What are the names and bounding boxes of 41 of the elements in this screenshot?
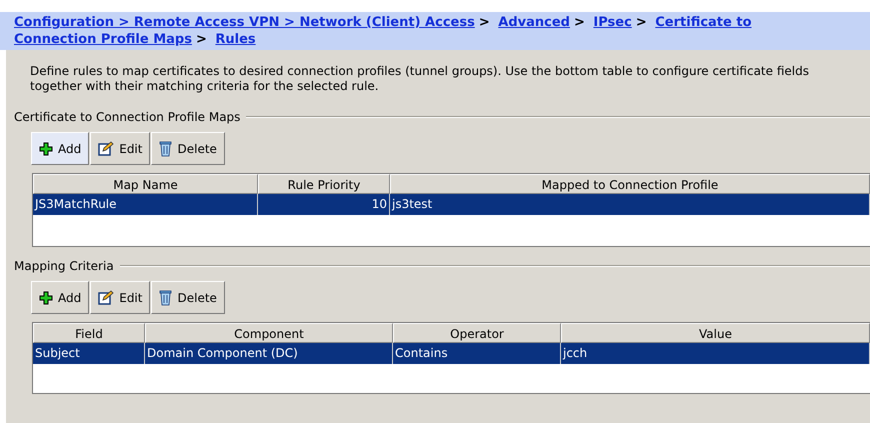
breadcrumb-separator: > [636, 15, 647, 30]
plus-icon [39, 290, 53, 304]
table-cell: JS3MatchRule [33, 194, 258, 215]
table-row[interactable]: JS3MatchRule 10 js3test [33, 194, 870, 215]
breadcrumb-separator: > [574, 15, 585, 30]
plus-icon [39, 142, 53, 156]
column-header[interactable]: Mapped to Connection Profile [390, 174, 870, 194]
add-button[interactable]: Add [31, 132, 90, 165]
breadcrumb-link[interactable]: IPsec [593, 15, 632, 30]
column-header[interactable]: Operator [393, 323, 561, 343]
trash-icon [159, 140, 172, 157]
delete-button[interactable]: Delete [151, 132, 225, 165]
column-header[interactable]: Component [145, 323, 393, 343]
table-cell: jcch [561, 343, 870, 364]
section-title: Mapping Criteria [14, 259, 114, 273]
breadcrumb-separator: > [196, 32, 207, 47]
breadcrumb-link[interactable]: Certificate to [655, 15, 752, 30]
table-cell: 10 [258, 194, 390, 215]
breadcrumb-link[interactable]: Configuration > Remote Access VPN > Network (Client) Access [14, 15, 475, 30]
breadcrumb-separator: > [478, 15, 490, 30]
column-header[interactable]: Map Name [33, 174, 258, 194]
add-button[interactable]: Add [31, 281, 90, 314]
edit-button[interactable]: Edit [90, 132, 150, 165]
column-header[interactable]: Field [33, 323, 145, 343]
description-text: Define rules to map certificates to desired connection profiles (tunnel groups). Use the bottom table to configure certificate fields together with their matching criteria for the selected rule. [30, 64, 810, 94]
breadcrumb-link[interactable]: Connection Profile Maps [14, 32, 192, 47]
edit-button[interactable]: Edit [90, 281, 150, 314]
section-title: Certificate to Connection Profile Maps [14, 110, 240, 124]
trash-icon [159, 289, 172, 306]
column-header[interactable]: Value [561, 323, 870, 343]
pencil-icon [98, 141, 114, 156]
table-cell: Subject [33, 343, 145, 364]
table-cell: Domain Component (DC) [145, 343, 393, 364]
column-header[interactable]: Rule Priority [258, 174, 390, 194]
delete-button[interactable]: Delete [151, 281, 225, 314]
table-cell: Contains [393, 343, 561, 364]
pencil-icon [98, 290, 114, 305]
breadcrumb-link[interactable]: Advanced [498, 15, 570, 30]
table-cell: js3test [390, 194, 870, 215]
table-row[interactable]: Subject Domain Component (DC) Contains jcch [33, 343, 870, 364]
breadcrumb-link[interactable]: Rules [215, 32, 256, 47]
